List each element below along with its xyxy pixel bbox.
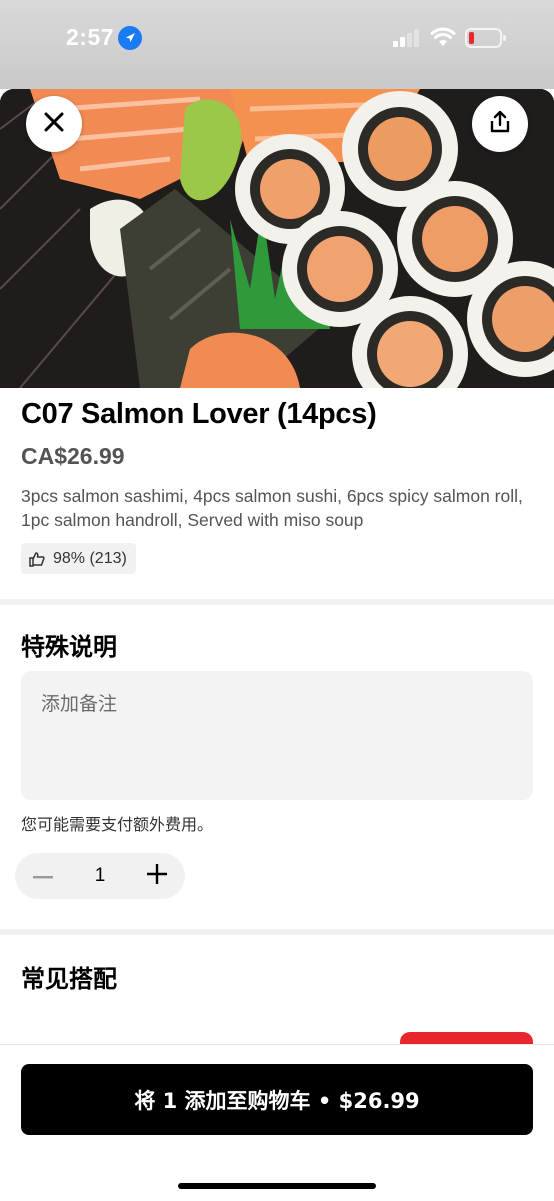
status-time: 2:57 [66, 24, 115, 50]
home-indicator [178, 1183, 376, 1189]
share-icon [489, 110, 511, 139]
decrease-quantity-button[interactable] [29, 862, 57, 890]
cellular-signal-icon [392, 28, 422, 53]
extra-fee-note: 您可能需要支付额外费用。 [21, 815, 214, 834]
rating-badge: 98% (213) [21, 543, 136, 574]
section-divider [0, 929, 554, 935]
plus-icon [146, 863, 168, 890]
item-photo [0, 89, 554, 388]
item-price: CA$26.99 [21, 443, 125, 469]
quantity-stepper: 1 [15, 853, 185, 899]
battery-low-icon [465, 27, 507, 54]
quantity-value: 1 [94, 865, 106, 886]
thumbs-up-icon [29, 551, 45, 567]
increase-quantity-button[interactable] [143, 862, 171, 890]
minus-icon [33, 867, 53, 885]
item-title: C07 Salmon Lover (14pcs) [21, 398, 377, 430]
notes-input[interactable] [21, 671, 533, 800]
item-description: 3pcs salmon sashimi, 4pcs salmon sushi, … [21, 486, 523, 530]
special-instructions-heading: 特殊说明 [21, 633, 117, 661]
wifi-icon [430, 26, 456, 53]
add-to-cart-button[interactable]: 将 1 添加至购物车 • $26.99 [21, 1064, 533, 1135]
status-bar: 2:57 [0, 0, 554, 89]
rating-text: 98% (213) [53, 549, 127, 567]
close-button[interactable] [26, 96, 82, 152]
close-icon [43, 111, 65, 138]
share-button[interactable] [472, 96, 528, 152]
pairings-heading: 常见搭配 [21, 965, 117, 993]
section-divider [0, 599, 554, 605]
location-arrow-icon [118, 26, 142, 50]
